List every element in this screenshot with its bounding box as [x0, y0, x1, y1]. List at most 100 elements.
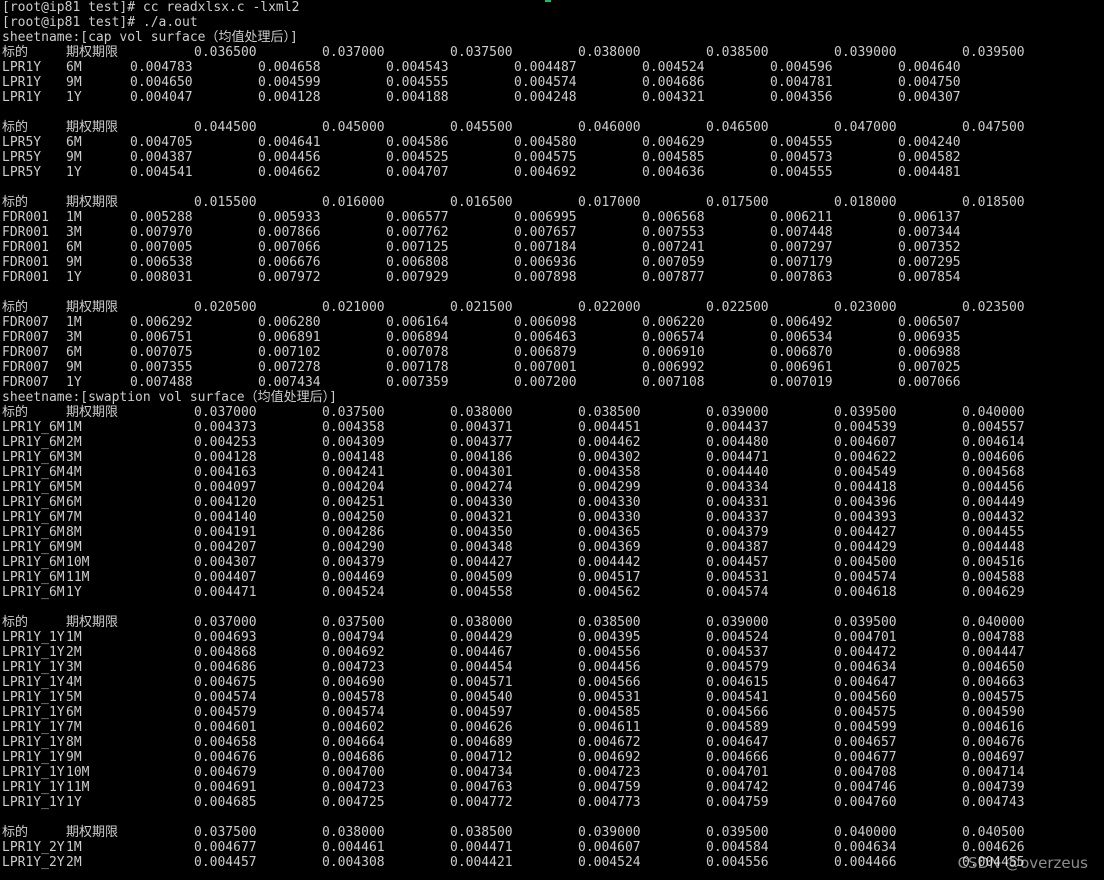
- tenor-cell: 6M: [66, 495, 82, 510]
- underlying-cell: LPR1Y_6M: [2, 585, 65, 600]
- underlying-cell: LPR1Y_1Y: [2, 690, 65, 705]
- header-cell: 0.040500: [962, 825, 1025, 840]
- underlying-cell: LPR1Y_6M: [2, 510, 65, 525]
- table-row: LPR1Y_1Y 8M 0.004658 0.004664 0.004689 0.0046…: [2, 735, 1102, 750]
- value-cell: 0.007929: [386, 270, 449, 285]
- header-cell: 0.037500: [194, 825, 257, 840]
- header-cell: 0.039000: [706, 405, 769, 420]
- value-cell: 0.004566: [578, 675, 641, 690]
- table-row: LPR1Y_1Y 5M 0.004574 0.004578 0.004540 0.0045…: [2, 690, 1102, 705]
- underlying-cell: LPR1Y_1Y: [2, 750, 65, 765]
- table-row: FDR001 9M 0.006538 0.006676 0.006808 0.006936…: [2, 255, 1102, 270]
- table-row: LPR1Y_6M 1M 0.004373 0.004358 0.004371 0.0044…: [2, 420, 1102, 435]
- value-cell: 0.004590: [962, 705, 1025, 720]
- value-cell: 0.006751: [130, 330, 193, 345]
- value-cell: 0.004309: [322, 435, 385, 450]
- value-cell: 0.007344: [898, 225, 961, 240]
- terminal-output[interactable]: [root@ip81 test]# cc readxlsx.c -lxml2 [r…: [2, 0, 1102, 880]
- underlying-cell: FDR001: [2, 240, 49, 255]
- value-cell: 0.006507: [898, 315, 961, 330]
- value-cell: 0.004395: [578, 630, 641, 645]
- value-cell: 0.007075: [130, 345, 193, 360]
- header-cell: 期权期限: [66, 405, 119, 420]
- value-cell: 0.004575: [514, 150, 577, 165]
- underlying-cell: LPR1Y_1Y: [2, 735, 65, 750]
- value-cell: 0.004707: [386, 165, 449, 180]
- table-row: LPR1Y 9M 0.004650 0.004599 0.004555 0.004574 0…: [2, 75, 1102, 90]
- terminal-line: sheetname:[swaption vol surface（均值处理后）]: [2, 390, 337, 405]
- value-cell: 0.004427: [834, 525, 897, 540]
- value-cell: 0.004585: [642, 150, 705, 165]
- value-cell: 0.006220: [642, 315, 705, 330]
- underlying-cell: FDR001: [2, 210, 49, 225]
- value-cell: 0.004531: [706, 570, 769, 585]
- value-cell: 0.004301: [450, 465, 513, 480]
- value-cell: 0.004693: [194, 630, 257, 645]
- header-cell: 0.046000: [578, 120, 641, 135]
- value-cell: 0.004447: [962, 645, 1025, 660]
- value-cell: 0.007178: [386, 360, 449, 375]
- header-cell: 0.016000: [322, 195, 385, 210]
- underlying-cell: LPR1Y_1Y: [2, 720, 65, 735]
- header-cell: 标的: [2, 120, 29, 135]
- header-cell: 期权期限: [66, 615, 119, 630]
- value-cell: 0.004566: [706, 705, 769, 720]
- value-cell: 0.004524: [642, 60, 705, 75]
- table-row: LPR1Y_1Y 1Y 0.004685 0.004725 0.004772 0.0047…: [2, 795, 1102, 810]
- value-cell: 0.007241: [642, 240, 705, 255]
- table-row: LPR1Y_6M 2M 0.004253 0.004309 0.004377 0.0044…: [2, 435, 1102, 450]
- value-cell: 0.007854: [898, 270, 961, 285]
- table-row: LPR1Y_6M 9M 0.004207 0.004290 0.004348 0.0043…: [2, 540, 1102, 555]
- value-cell: 0.004746: [834, 780, 897, 795]
- table-row: LPR1Y_6M 7M 0.004140 0.004250 0.004321 0.0043…: [2, 510, 1102, 525]
- value-cell: 0.004307: [194, 555, 257, 570]
- value-cell: 0.004371: [450, 420, 513, 435]
- header-cell: 0.023500: [962, 300, 1025, 315]
- table-row: LPR1Y_6M 11M 0.004407 0.004469 0.004509 0.004…: [2, 570, 1102, 585]
- tenor-cell: 1Y: [66, 795, 82, 810]
- value-cell: 0.004606: [962, 450, 1025, 465]
- underlying-cell: FDR007: [2, 360, 49, 375]
- value-cell: 0.004700: [322, 765, 385, 780]
- tenor-cell: 1Y: [66, 165, 82, 180]
- terminal-line: sheetname:[cap vol surface（均值处理后）]: [2, 30, 298, 45]
- value-cell: 0.004373: [194, 420, 257, 435]
- value-cell: 0.004307: [898, 90, 961, 105]
- table-header-row: 标的 期权期限 0.037000 0.037500 0.038000 0.038500 0.…: [2, 405, 1102, 420]
- tenor-cell: 7M: [66, 510, 82, 525]
- value-cell: 0.007078: [386, 345, 449, 360]
- tenor-cell: 8M: [66, 525, 82, 540]
- value-cell: 0.004597: [450, 705, 513, 720]
- value-cell: 0.004723: [578, 765, 641, 780]
- table-row: LPR5Y 9M 0.004387 0.004456 0.004525 0.004575 0…: [2, 150, 1102, 165]
- tenor-cell: 9M: [66, 360, 82, 375]
- header-cell: 0.037000: [194, 615, 257, 630]
- header-cell: 标的: [2, 615, 29, 630]
- value-cell: 0.004481: [898, 165, 961, 180]
- value-cell: 0.004663: [962, 675, 1025, 690]
- value-cell: 0.004128: [258, 90, 321, 105]
- value-cell: 0.004772: [450, 795, 513, 810]
- cursor-indicator: [545, 0, 551, 2]
- value-cell: 0.004574: [194, 690, 257, 705]
- value-cell: 0.004759: [706, 795, 769, 810]
- table-row: LPR1Y 6M 0.004783 0.004658 0.004543 0.004487 0…: [2, 60, 1102, 75]
- value-cell: 0.004240: [898, 135, 961, 150]
- tenor-cell: 6M: [66, 705, 82, 720]
- header-cell: 期权期限: [66, 300, 119, 315]
- table-row: LPR1Y_6M 6M 0.004120 0.004251 0.004330 0.0043…: [2, 495, 1102, 510]
- value-cell: 0.004676: [194, 750, 257, 765]
- tenor-cell: 7M: [66, 720, 82, 735]
- value-cell: 0.004207: [194, 540, 257, 555]
- underlying-cell: FDR007: [2, 375, 49, 390]
- value-cell: 0.004596: [770, 60, 833, 75]
- value-cell: 0.004369: [578, 540, 641, 555]
- header-cell: 0.038500: [450, 825, 513, 840]
- underlying-cell: LPR1Y_6M: [2, 525, 65, 540]
- value-cell: 0.004540: [450, 690, 513, 705]
- value-cell: 0.004589: [706, 720, 769, 735]
- header-cell: 0.038000: [578, 45, 641, 60]
- tenor-cell: 2M: [66, 855, 82, 870]
- value-cell: 0.004321: [450, 510, 513, 525]
